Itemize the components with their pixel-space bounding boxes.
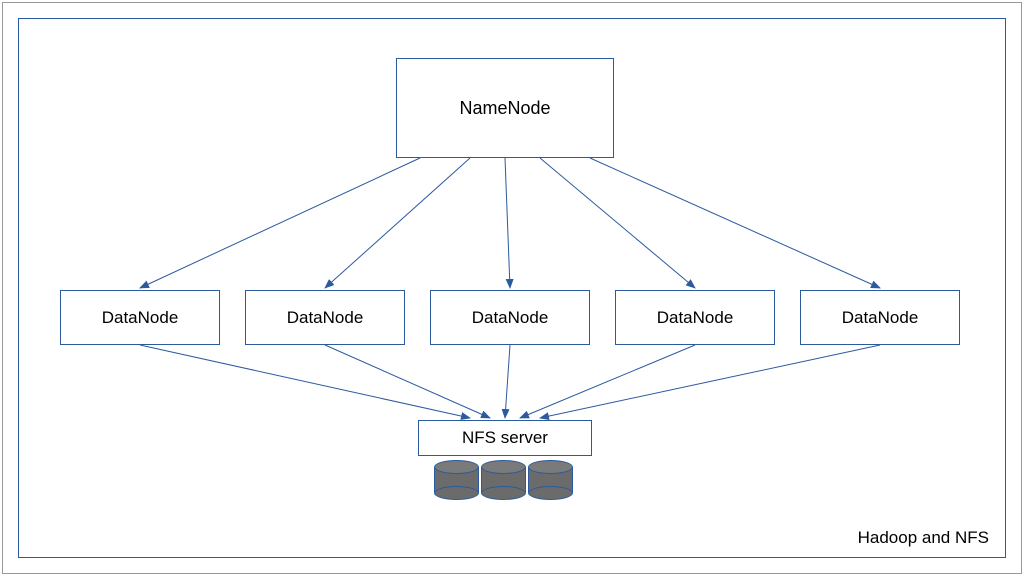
- datanode-box: DataNode: [800, 290, 960, 345]
- disk-icon: [434, 460, 479, 500]
- datanode-label: DataNode: [842, 308, 919, 328]
- datanode-box: DataNode: [60, 290, 220, 345]
- disk-group: [434, 460, 573, 500]
- datanode-box: DataNode: [245, 290, 405, 345]
- diagram-caption: Hadoop and NFS: [858, 528, 989, 548]
- datanode-label: DataNode: [102, 308, 179, 328]
- datanode-box: DataNode: [615, 290, 775, 345]
- namenode-box: NameNode: [396, 58, 614, 158]
- datanode-label: DataNode: [472, 308, 549, 328]
- namenode-label: NameNode: [459, 98, 550, 119]
- datanode-label: DataNode: [657, 308, 734, 328]
- datanode-label: DataNode: [287, 308, 364, 328]
- nfs-label: NFS server: [462, 428, 548, 448]
- disk-icon: [481, 460, 526, 500]
- nfs-server-box: NFS server: [418, 420, 592, 456]
- datanode-box: DataNode: [430, 290, 590, 345]
- disk-icon: [528, 460, 573, 500]
